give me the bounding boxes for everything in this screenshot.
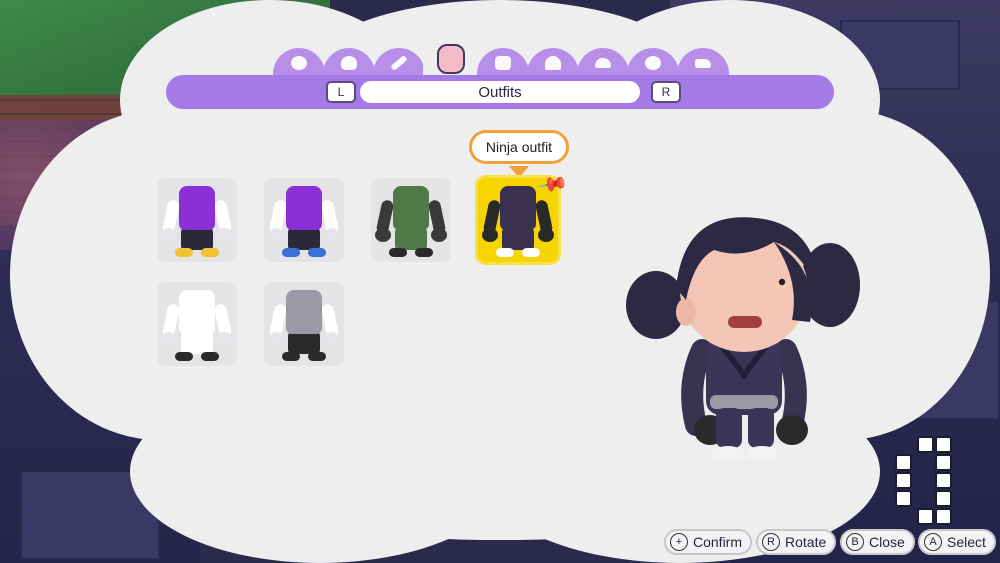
outfit-icon (437, 44, 465, 74)
tooltip-arrow (509, 166, 529, 178)
confirm-label: Confirm (693, 534, 743, 550)
hair-icon (341, 56, 357, 70)
shoe-icon (695, 58, 711, 68)
select-button[interactable]: A Select (918, 529, 996, 555)
tab-hats[interactable] (577, 48, 629, 78)
item-name-tooltip: Ninja outfit (469, 130, 569, 164)
outfit-preview-purple-hoodie (264, 182, 344, 262)
outfit-preview-sailor-outfit (157, 286, 237, 366)
tab-house[interactable] (527, 48, 579, 78)
hat-icon (595, 58, 611, 68)
category-header: L Outfits R (166, 75, 834, 109)
shirt-icon (495, 56, 511, 70)
close-button[interactable]: B Close (840, 529, 915, 555)
page-title: Outfits (360, 81, 640, 103)
tab-face[interactable] (273, 48, 325, 78)
tab-accessories[interactable] (627, 48, 679, 78)
close-label: Close (869, 534, 905, 550)
tab-tops[interactable] (477, 48, 529, 78)
r-shoulder-button[interactable]: R (651, 81, 681, 103)
plus-button-icon: + (670, 533, 688, 551)
tab-hair[interactable] (323, 48, 375, 78)
outfit-preview-green-coverall (371, 182, 451, 262)
confirm-button[interactable]: + Confirm (664, 529, 753, 555)
select-label: Select (947, 534, 986, 550)
outfit-preview-ninja-outfit (478, 182, 558, 262)
tab-makeup[interactable] (373, 48, 425, 78)
b-button-icon: B (846, 533, 864, 551)
house-icon (545, 56, 561, 70)
face-icon (291, 56, 307, 70)
outfit-preview-purple-zip-jacket (157, 182, 237, 262)
character-preview[interactable] (624, 190, 864, 470)
accessory-icon (645, 56, 661, 70)
rotate-label: Rotate (785, 534, 827, 550)
rotate-button[interactable]: R Rotate (756, 529, 837, 555)
r-button-icon: R (762, 533, 780, 551)
makeup-icon (390, 54, 408, 72)
category-tabs (263, 40, 733, 78)
game-logo (895, 436, 957, 536)
outfit-preview-plaid-shirt (264, 286, 344, 366)
a-button-icon: A (924, 533, 942, 551)
tab-shoes[interactable] (677, 48, 729, 78)
tab-outfits[interactable] (423, 40, 479, 78)
l-shoulder-button[interactable]: L (326, 81, 356, 103)
